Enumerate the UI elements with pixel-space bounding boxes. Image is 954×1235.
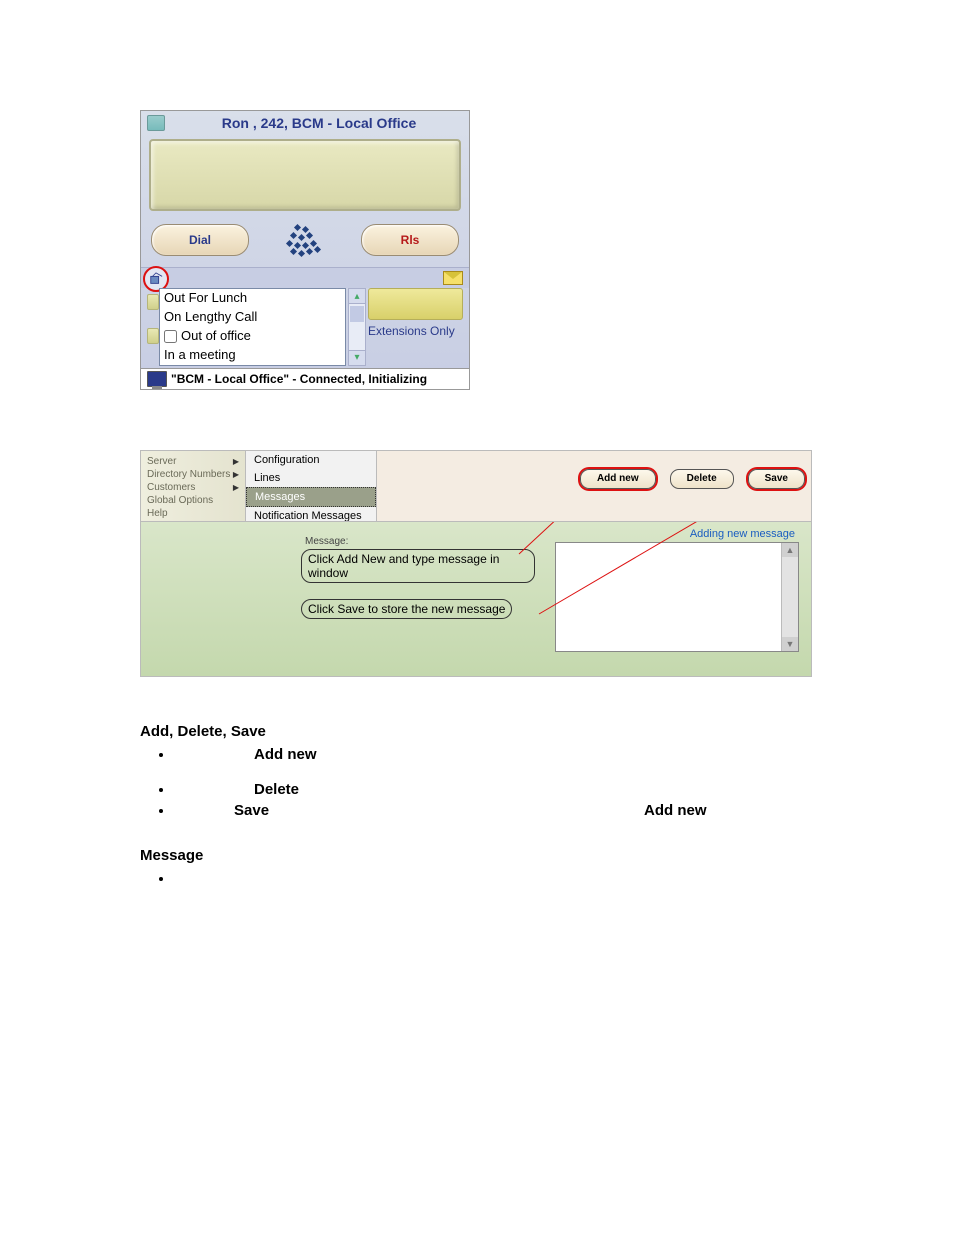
phone-app-window: Ron , 242, BCM - Local Office Dial Rls O… xyxy=(140,110,470,390)
scroll-up-icon[interactable]: ▴ xyxy=(349,289,365,304)
list-item: On Lengthy Call xyxy=(160,308,345,327)
callout-add: Click Add New and type message in window xyxy=(301,549,535,583)
menu-item-server[interactable]: Server▶ xyxy=(141,455,245,468)
scroll-up-icon[interactable]: ▲ xyxy=(782,543,798,557)
titlebar: Ron , 242, BCM - Local Office xyxy=(141,111,469,135)
document-body: Add, Delete, Save Add new Delete Save Ad… xyxy=(140,723,814,887)
scrollbar[interactable]: ▴ ▾ xyxy=(348,288,366,366)
notes-panel xyxy=(368,288,463,320)
heading-add-delete-save: Add, Delete, Save xyxy=(140,723,814,740)
release-button[interactable]: Rls xyxy=(361,224,459,256)
toolbar: Add new Delete Save xyxy=(580,469,805,489)
left-menu: Server▶ Directory Numbers▶ Customers▶ Gl… xyxy=(141,451,246,521)
list-item: Delete xyxy=(174,781,814,798)
status-dropdown[interactable]: Out For Lunch On Lengthy Call Out of off… xyxy=(159,288,346,366)
mail-icon[interactable] xyxy=(443,271,463,285)
nortel-logo-icon xyxy=(285,223,325,257)
statusbar: "BCM - Local Office" - Connected, Initia… xyxy=(141,368,469,389)
statusbar-text: "BCM - Local Office" - Connected, Initia… xyxy=(171,372,427,386)
scroll-thumb[interactable] xyxy=(350,306,364,322)
save-button[interactable]: Save xyxy=(748,469,805,489)
submenu-configuration[interactable]: Configuration xyxy=(246,451,376,469)
main-area: Add new Delete Save xyxy=(377,451,811,521)
chevron-right-icon: ▶ xyxy=(233,483,239,492)
chevron-right-icon: ▶ xyxy=(233,470,239,479)
line-indicators xyxy=(147,288,157,366)
list-item xyxy=(174,870,814,887)
delete-button[interactable]: Delete xyxy=(670,469,734,489)
dial-button[interactable]: Dial xyxy=(151,224,249,256)
scrollbar[interactable]: ▲ ▼ xyxy=(781,543,798,651)
list-item: Add new xyxy=(174,746,814,763)
list-item: In a meeting xyxy=(160,346,345,365)
chevron-right-icon: ▶ xyxy=(233,457,239,466)
scroll-down-icon[interactable]: ▼ xyxy=(782,637,798,651)
submenu-messages[interactable]: Messages xyxy=(246,487,376,507)
icon-bar xyxy=(141,267,469,288)
button-row: Dial Rls xyxy=(141,215,469,267)
window-title: Ron , 242, BCM - Local Office xyxy=(175,115,463,131)
heading-message: Message xyxy=(140,847,814,864)
add-new-button[interactable]: Add new xyxy=(580,469,656,489)
monitor-icon xyxy=(147,371,167,387)
scroll-down-icon[interactable]: ▾ xyxy=(349,350,365,365)
adding-banner: Adding new message xyxy=(690,528,795,540)
admin-window: Server▶ Directory Numbers▶ Customers▶ Gl… xyxy=(140,450,812,677)
submenu-lines[interactable]: Lines xyxy=(246,469,376,487)
message-textarea[interactable]: ▲ ▼ xyxy=(555,542,799,652)
menu-item-customers[interactable]: Customers▶ xyxy=(141,481,245,494)
submenu: Configuration Lines Messages Notificatio… xyxy=(246,451,377,521)
list-item: Out For Lunch xyxy=(160,289,345,308)
callout-save: Click Save to store the new message xyxy=(301,599,512,619)
out-of-office-check[interactable] xyxy=(164,330,177,343)
message-panel: Adding new message Message: Click Add Ne… xyxy=(141,521,811,676)
list-item: Out of office xyxy=(160,327,345,346)
lcd-display xyxy=(149,139,461,211)
menu-item-help[interactable]: Help xyxy=(141,507,245,520)
system-menu-icon[interactable] xyxy=(147,115,165,131)
list-item: Save Add new xyxy=(174,802,814,819)
extensions-only-label: Extensions Only xyxy=(368,324,463,338)
menu-item-dirnums[interactable]: Directory Numbers▶ xyxy=(141,468,245,481)
menu-item-global[interactable]: Global Options xyxy=(141,494,245,507)
